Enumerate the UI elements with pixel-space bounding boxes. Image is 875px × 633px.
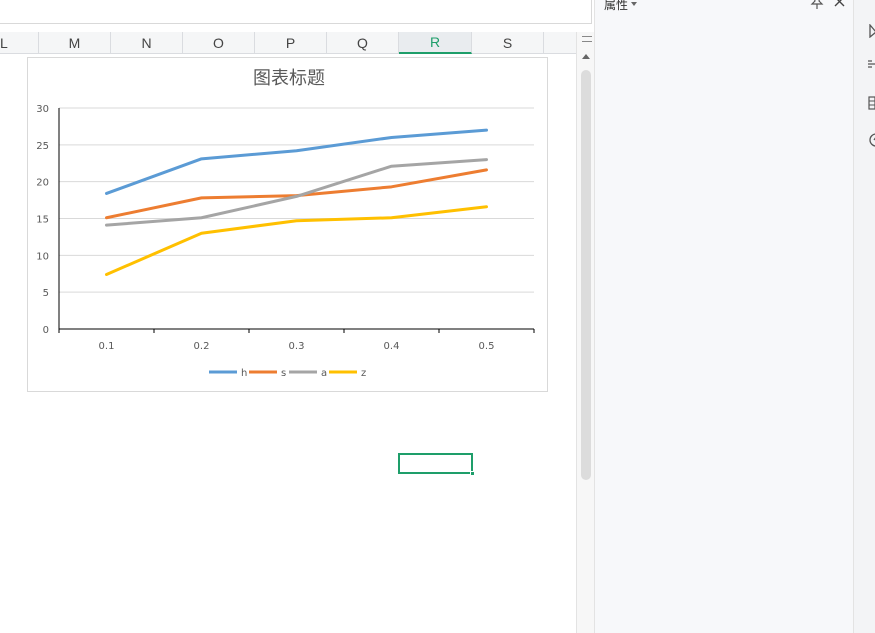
x-tick-label: 0.3 — [289, 341, 305, 352]
right-sidebar-strip — [853, 0, 875, 633]
column-header-row: L M N O P Q R S — [0, 32, 576, 54]
fill-handle[interactable] — [470, 471, 475, 476]
y-tick-label: 5 — [43, 288, 49, 299]
formula-bar[interactable] — [0, 0, 592, 24]
task-pane-title[interactable]: 属性 — [604, 0, 628, 13]
close-icon[interactable] — [833, 0, 847, 9]
column-header-p[interactable]: P — [255, 32, 327, 54]
dropdown-caret-icon[interactable] — [631, 2, 637, 6]
link-icon[interactable] — [868, 58, 875, 70]
legend-label-a[interactable]: a — [321, 368, 327, 379]
chart-canvas: 图表标题 0 5 10 15 20 25 30 0.1 0.2 0.3 0.4 0.5 h s a z — [36, 68, 535, 379]
legend-label-h[interactable]: h — [241, 368, 247, 379]
y-tick-label: 0 — [43, 325, 49, 336]
chart-series[interactable] — [105, 128, 488, 276]
column-header-s[interactable]: S — [472, 32, 544, 54]
column-header-m[interactable]: M — [39, 32, 111, 54]
series-line-z[interactable] — [105, 205, 488, 276]
column-header-n[interactable]: N — [111, 32, 183, 54]
x-tick-label: 0.2 — [194, 341, 210, 352]
pin-icon[interactable] — [810, 0, 824, 9]
series-line-s[interactable] — [105, 168, 488, 220]
x-tick-label: 0.4 — [384, 341, 400, 352]
y-tick-label: 10 — [36, 251, 49, 262]
y-tick-label: 30 — [36, 104, 49, 115]
y-tick-label: 25 — [36, 141, 49, 152]
x-tick-label: 0.5 — [479, 341, 495, 352]
legend-label-s[interactable]: s — [281, 368, 286, 379]
column-header-q[interactable]: Q — [327, 32, 399, 54]
y-tick-label: 20 — [36, 178, 49, 189]
y-tick-label: 15 — [36, 215, 49, 226]
clock-icon[interactable] — [868, 133, 875, 147]
scroll-thumb[interactable] — [581, 70, 591, 480]
selected-cell[interactable] — [398, 453, 475, 476]
chart-legend[interactable]: hsaz — [209, 368, 366, 379]
x-tick-label: 0.1 — [99, 341, 115, 352]
chart-title[interactable]: 图表标题 — [253, 68, 325, 89]
select-pointer-icon[interactable] — [869, 24, 875, 38]
spreadsheet-window: L M N O P Q R S 图表标题 0 5 10 15 20 25 30 0.1 0.2 0… — [0, 0, 875, 633]
vertical-scrollbar[interactable] — [576, 32, 594, 633]
series-line-h[interactable] — [105, 128, 488, 195]
split-grip-icon[interactable] — [582, 36, 592, 42]
column-header-l[interactable]: L — [0, 32, 39, 54]
grid-settings-icon[interactable] — [868, 96, 875, 110]
task-pane: 属性 — [594, 0, 853, 633]
column-header-o[interactable]: O — [183, 32, 255, 54]
scroll-up-icon[interactable] — [582, 54, 590, 59]
legend-label-z[interactable]: z — [361, 368, 366, 379]
line-chart[interactable]: 图表标题 0 5 10 15 20 25 30 0.1 0.2 0.3 0.4 0.5 h s a z — [27, 57, 548, 392]
series-line-a[interactable] — [105, 158, 488, 227]
column-header-r[interactable]: R — [399, 32, 472, 54]
chart-axes: 0 5 10 15 20 25 30 0.1 0.2 0.3 0.4 0.5 — [36, 104, 535, 352]
